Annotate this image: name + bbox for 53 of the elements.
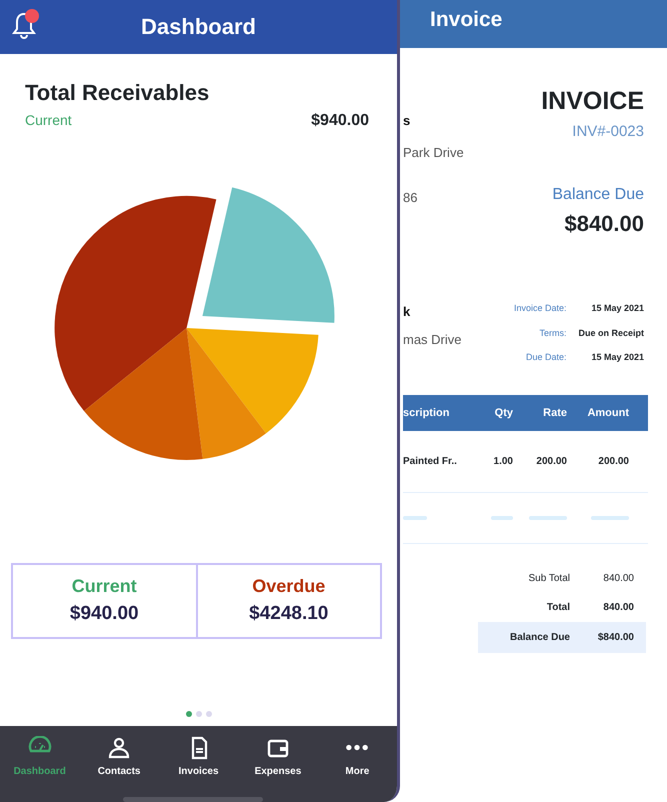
header-bar: Invoice: [400, 0, 667, 48]
table-cell-text: Painted Fr..: [403, 455, 458, 469]
placeholder-bar: [403, 516, 427, 520]
column-header: Amount: [586, 406, 629, 420]
client-name: k: [403, 303, 412, 321]
more-icon: [345, 744, 370, 752]
tab-bar-item[interactable]: Contacts: [79, 736, 159, 786]
document-title: INVOICE: [541, 86, 644, 117]
page-indicator-dot[interactable]: [186, 710, 192, 717]
column-header: Rate: [542, 406, 567, 420]
table-cell-text: 200.00: [597, 455, 629, 469]
summary-amount: $4248.10: [248, 602, 330, 626]
placeholder-bar: [591, 516, 629, 520]
person-icon: [107, 736, 132, 760]
field-label: Terms:: [538, 326, 566, 340]
amount-text: $940.00: [311, 110, 369, 131]
address-line: mas Drive: [403, 330, 462, 348]
address-line: 86: [403, 189, 418, 207]
sender-name: s: [403, 112, 412, 130]
summary-label: Overdue: [251, 575, 326, 598]
tab-bar-item[interactable]: Invoices: [158, 736, 238, 786]
table-cell-text: 200.00: [535, 455, 567, 469]
summary-label: Current: [70, 575, 138, 598]
notification-bell-icon[interactable]: [10, 8, 40, 42]
section-title: Total Receivables: [25, 78, 210, 107]
total-value: $840.00: [596, 631, 634, 645]
field-label: Due Date:: [524, 351, 566, 364]
tab-bar-item[interactable]: More: [318, 736, 397, 786]
table-cell-text: 1.00: [492, 455, 513, 469]
column-header: scription: [403, 406, 450, 420]
total-label: Sub Total: [527, 572, 570, 586]
column-header: Qty: [494, 406, 513, 420]
placeholder-bar: [529, 516, 567, 520]
placeholder-bar: [491, 516, 513, 520]
field-value: Due on Receipt: [578, 326, 644, 340]
balance-label: Balance Due: [551, 185, 644, 205]
page-indicator-dot[interactable]: [206, 710, 212, 717]
field-value: 15 May 2021: [590, 302, 644, 315]
tab-bar-item[interactable]: Dashboard: [0, 736, 80, 786]
field-value: 15 May 2021: [590, 351, 644, 364]
balance-amount: $840.00: [563, 210, 644, 238]
total-label: Balance Due: [508, 631, 570, 645]
address-line: Park Drive: [403, 144, 464, 162]
page-indicator-dot[interactable]: [196, 710, 202, 717]
status-label: Current: [25, 110, 72, 130]
summary-amount: $940.00: [68, 602, 140, 626]
total-label: Total: [546, 601, 570, 615]
total-value: 840.00: [602, 601, 634, 615]
screen-title: Dashboard: [141, 13, 256, 42]
tab-bar-item[interactable]: Expenses: [238, 736, 318, 786]
invoice-number: INV#-0023: [571, 122, 644, 142]
field-label: Invoice Date:: [514, 302, 566, 315]
total-value: 840.00: [602, 572, 634, 586]
